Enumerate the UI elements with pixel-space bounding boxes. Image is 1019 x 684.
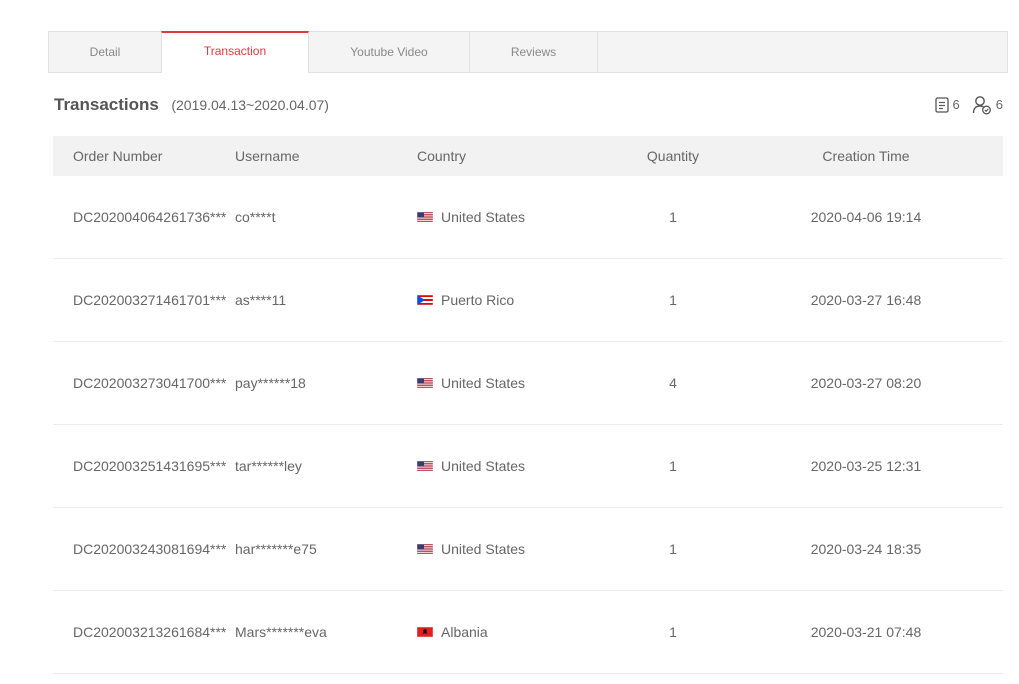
username: har*******e75 <box>235 541 317 557</box>
username: Mars*******eva <box>235 624 327 640</box>
country-cell: United States <box>417 541 617 557</box>
creation-time: 2020-04-06 19:14 <box>810 209 922 225</box>
tab-youtube-video[interactable]: Youtube Video <box>309 32 470 72</box>
quantity: 1 <box>669 458 677 474</box>
country-cell: United States <box>417 458 617 474</box>
country-name: United States <box>441 458 526 474</box>
table-row: DC202004064261736*** co****t United States… <box>53 176 1003 259</box>
table-row: DC202003251431695*** tar******ley United S… <box>53 425 1003 508</box>
date-range: (2019.04.13~2020.04.07) <box>171 97 329 113</box>
country-cell: Puerto Rico <box>417 292 617 308</box>
creation-time: 2020-03-24 18:35 <box>810 541 922 557</box>
user-check-icon <box>972 95 992 115</box>
username: as****11 <box>235 292 287 308</box>
summary-counters: 6 6 <box>923 94 1003 116</box>
orders-counter: 6 <box>934 96 960 113</box>
order-number: DC202003213261684*** <box>73 624 227 640</box>
username: pay******18 <box>235 375 306 391</box>
order-number: DC202003271461701*** <box>73 292 227 308</box>
country-name: United States <box>441 209 526 225</box>
order-number: DC202003243081694*** <box>73 541 227 557</box>
country-name: Albania <box>441 624 488 640</box>
transactions-table: Order Number Username Country Quantity C… <box>53 136 1003 674</box>
country-name: Puerto Rico <box>441 292 515 308</box>
orders-count: 6 <box>952 96 960 112</box>
creation-time: 2020-03-25 12:31 <box>810 458 922 474</box>
creation-time: 2020-03-21 07:48 <box>810 624 922 640</box>
quantity: 1 <box>669 209 677 225</box>
table-row: DC202003273041700*** pay******18 United St… <box>53 342 1003 425</box>
tab-detail[interactable]: Detail <box>49 32 162 72</box>
quantity: 1 <box>669 541 677 557</box>
creation-time: 2020-03-27 16:48 <box>810 292 922 308</box>
us-flag-icon <box>417 378 433 388</box>
order-number: DC202003251431695*** <box>73 458 227 474</box>
order-number: DC202003273041700*** <box>73 375 227 391</box>
tab-transaction[interactable]: Transaction <box>161 31 309 73</box>
username: co****t <box>235 209 276 225</box>
username: tar******ley <box>235 458 302 474</box>
quantity: 4 <box>669 375 677 391</box>
buyers-count: 6 <box>995 96 1003 112</box>
document-icon <box>934 97 949 113</box>
tab-bar: Detail Transaction Youtube Video Reviews <box>48 31 1008 73</box>
table-row: DC202003213261684*** Mars*******eva Albani… <box>53 591 1003 674</box>
order-number: DC202004064261736*** <box>73 209 227 225</box>
country-name: United States <box>441 375 526 391</box>
pr-flag-icon <box>417 295 433 305</box>
section-heading: Transactions (2019.04.13~2020.04.07) <box>54 94 329 116</box>
table-row: DC202003271461701*** as****11 Puerto Rico 1… <box>53 259 1003 342</box>
buyers-counter: 6 <box>972 95 1003 115</box>
country-name: United States <box>441 541 526 557</box>
quantity: 1 <box>669 624 677 640</box>
table-row: DC202003243081694*** har*******e75 United … <box>53 508 1003 591</box>
quantity: 1 <box>669 292 677 308</box>
table-body: DC202004064261736*** co****t United States… <box>53 176 1003 674</box>
header-quantity: Quantity <box>646 148 700 164</box>
country-cell: United States <box>417 209 617 225</box>
table-header: Order Number Username Country Quantity C… <box>53 136 1003 176</box>
us-flag-icon <box>417 461 433 471</box>
header-creation-time: Creation Time <box>822 148 910 164</box>
us-flag-icon <box>417 212 433 222</box>
al-flag-icon <box>417 627 433 637</box>
us-flag-icon <box>417 544 433 554</box>
country-cell: Albania <box>417 624 617 640</box>
tab-reviews[interactable]: Reviews <box>470 32 598 72</box>
country-cell: United States <box>417 375 617 391</box>
header-order-number: Order Number <box>73 148 163 164</box>
section-title: Transactions <box>54 95 159 114</box>
header-username: Username <box>235 148 300 164</box>
creation-time: 2020-03-27 08:20 <box>810 375 922 391</box>
header-country: Country <box>417 148 467 164</box>
